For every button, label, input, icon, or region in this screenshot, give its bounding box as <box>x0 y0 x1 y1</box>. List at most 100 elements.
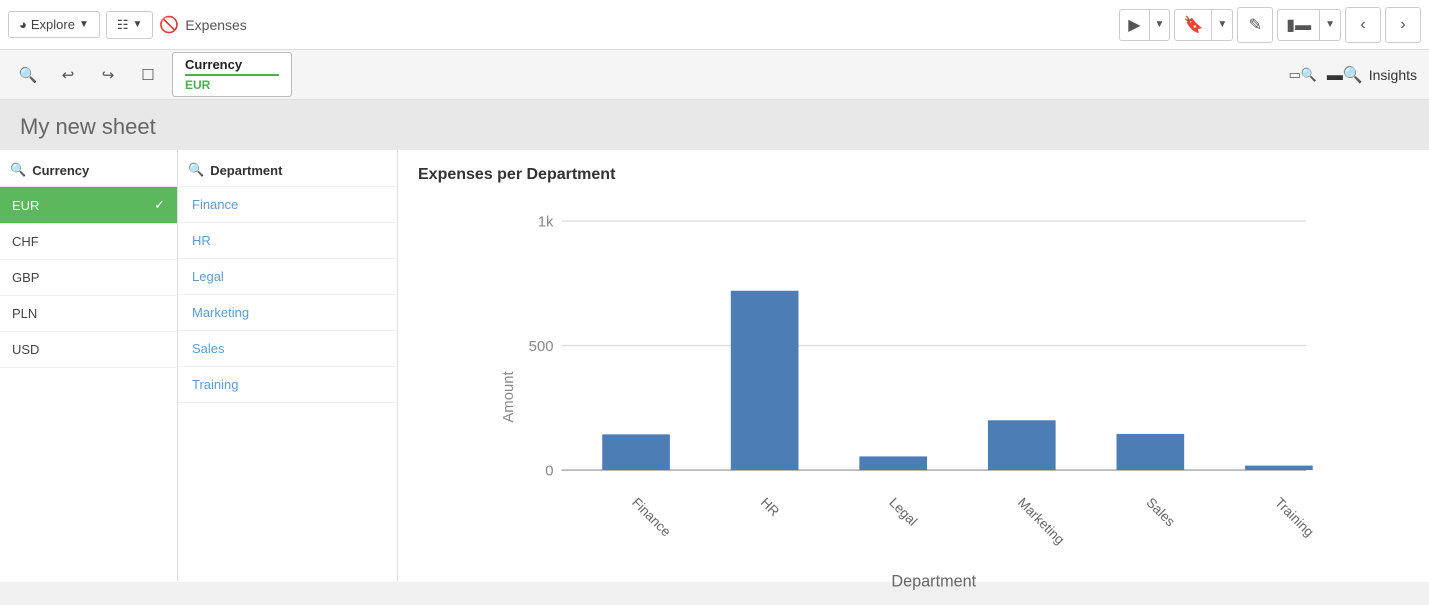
currency-item-usd[interactable]: USD <box>0 332 177 368</box>
sheet-title-area: My new sheet <box>0 100 1429 150</box>
forward-button[interactable]: › <box>1385 7 1421 43</box>
chart-type-button[interactable]: ▮▬ ▼ <box>1277 9 1341 41</box>
dept-label-marketing: Marketing <box>192 305 249 320</box>
top-toolbar: ◕ Explore ▼ ☷ ▼ 🚫 Expenses ▶ ▼ 🔖 ▼ ✎ ▮▬ … <box>0 0 1429 50</box>
currency-label-pln: PLN <box>12 306 37 321</box>
currency-label-chf: CHF <box>12 234 39 249</box>
dept-item-hr[interactable]: HR <box>178 223 397 259</box>
x-label-sales: Sales <box>1143 495 1178 530</box>
y-tick-1k: 1k <box>538 214 554 230</box>
selections-icon-button[interactable]: ▭🔍 <box>1287 59 1319 91</box>
forward-icon: › <box>1400 16 1405 34</box>
clear-icon: ☐ <box>141 66 154 84</box>
app-title-text: Expenses <box>185 17 246 33</box>
list-button[interactable]: ☷ ▼ <box>106 11 154 39</box>
explore-button[interactable]: ◕ Explore ▼ <box>8 11 100 38</box>
filter-left: 🔍 ↩ ↪ ☐ Currency EUR <box>12 52 292 97</box>
insights-icon: ▬🔍 <box>1327 65 1363 85</box>
list-icon: ☷ <box>117 17 129 33</box>
x-label-marketing: Marketing <box>1015 495 1068 548</box>
bookmark-chevron-icon: ▼ <box>1212 14 1232 35</box>
chart-chevron-icon: ▼ <box>1320 14 1340 35</box>
y-axis-label: Amount <box>501 371 517 423</box>
department-list: Finance HR Legal Marketing Sales Trainin… <box>178 187 397 582</box>
x-label-legal: Legal <box>886 495 920 529</box>
dept-item-finance[interactable]: Finance <box>178 187 397 223</box>
chart-title: Expenses per Department <box>418 166 1409 184</box>
dept-label-sales: Sales <box>192 341 225 356</box>
chart-icon: ▮▬ <box>1278 10 1320 40</box>
currency-item-chf[interactable]: CHF <box>0 224 177 260</box>
app-title-area: 🚫 Expenses <box>159 15 246 35</box>
currency-label-gbp: GBP <box>12 270 39 285</box>
bookmark-icon: 🔖 <box>1175 10 1212 40</box>
presentation-icon: ▶ <box>1120 10 1149 40</box>
presentation-button[interactable]: ▶ ▼ <box>1119 9 1170 41</box>
back-selection-button[interactable]: ↩ <box>52 59 84 91</box>
app-icon: 🚫 <box>159 15 179 35</box>
x-axis-label: Department <box>891 572 976 590</box>
toolbar-right: ▶ ▼ 🔖 ▼ ✎ ▮▬ ▼ ‹ › <box>1119 7 1421 43</box>
currency-panel-header: 🔍 Currency <box>0 150 177 187</box>
compass-icon: ◕ <box>19 17 27 32</box>
dept-label-legal: Legal <box>192 269 224 284</box>
check-icon-eur: ✓ <box>154 197 165 213</box>
explore-chevron-icon: ▼ <box>79 19 89 30</box>
search-icon: 🔍 <box>19 66 38 84</box>
forward-selection-button[interactable]: ↪ <box>92 59 124 91</box>
department-panel-title: Department <box>210 163 282 178</box>
search-icon: 🔍 <box>10 162 26 178</box>
x-label-hr: HR <box>758 495 783 520</box>
dept-item-sales[interactable]: Sales <box>178 331 397 367</box>
currency-item-gbp[interactable]: GBP <box>0 260 177 296</box>
chart-svg-container: Amount 1k 500 0 Finance HR <box>418 194 1409 600</box>
x-label-finance: Finance <box>629 495 674 540</box>
bar-finance[interactable] <box>602 434 670 470</box>
edit-button[interactable]: ✎ <box>1237 7 1273 43</box>
back-icon: ‹ <box>1360 16 1365 34</box>
dept-item-training[interactable]: Training <box>178 367 397 403</box>
bar-sales[interactable] <box>1117 434 1185 470</box>
filter-right: ▭🔍 ▬🔍 Insights <box>1287 59 1417 91</box>
y-tick-0: 0 <box>545 463 553 479</box>
main-content: 🔍 Currency EUR ✓ CHF GBP PLN USD 🔍 <box>0 150 1429 582</box>
dept-label-hr: HR <box>192 233 211 248</box>
department-panel: 🔍 Department Finance HR Legal Marketing … <box>178 150 398 582</box>
insights-button[interactable]: ▬🔍 Insights <box>1327 65 1417 85</box>
currency-panel: 🔍 Currency EUR ✓ CHF GBP PLN USD <box>0 150 178 582</box>
dept-item-marketing[interactable]: Marketing <box>178 295 397 331</box>
dept-label-training: Training <box>192 377 238 392</box>
currency-item-eur[interactable]: EUR ✓ <box>0 187 177 224</box>
currency-label-usd: USD <box>12 342 39 357</box>
dept-label-finance: Finance <box>192 197 238 212</box>
clear-selection-button[interactable]: ☐ <box>132 59 164 91</box>
currency-filter-chip[interactable]: Currency EUR <box>172 52 292 97</box>
bookmark-button[interactable]: 🔖 ▼ <box>1174 9 1233 41</box>
selections-icon: ▭🔍 <box>1289 67 1317 83</box>
sheet-title: My new sheet <box>20 114 156 139</box>
explore-label: Explore <box>31 17 75 32</box>
back-button[interactable]: ‹ <box>1345 7 1381 43</box>
bar-legal[interactable] <box>859 456 927 470</box>
chart-svg: Amount 1k 500 0 Finance HR <box>418 194 1409 600</box>
undo-icon: ↩ <box>62 66 75 84</box>
pencil-icon: ✎ <box>1249 15 1262 35</box>
chart-area: Expenses per Department Amount 1k 500 0 … <box>398 150 1429 582</box>
department-panel-header: 🔍 Department <box>178 150 397 187</box>
presentation-chevron-icon: ▼ <box>1150 14 1170 35</box>
bar-training[interactable] <box>1245 466 1313 470</box>
search-filter-button[interactable]: 🔍 <box>12 59 44 91</box>
currency-label-eur: EUR <box>12 198 39 213</box>
toolbar-left: ◕ Explore ▼ ☷ ▼ 🚫 Expenses <box>8 11 247 39</box>
currency-list: EUR ✓ CHF GBP PLN USD <box>0 187 177 582</box>
dept-item-legal[interactable]: Legal <box>178 259 397 295</box>
filter-chip-title: Currency <box>185 57 279 72</box>
search-icon-dept: 🔍 <box>188 162 204 178</box>
currency-panel-title: Currency <box>32 163 89 178</box>
chevron-down-icon: ▼ <box>133 19 143 30</box>
filter-chip-value: EUR <box>185 74 279 92</box>
redo-icon: ↪ <box>102 66 115 84</box>
currency-item-pln[interactable]: PLN <box>0 296 177 332</box>
bar-marketing[interactable] <box>988 420 1056 470</box>
bar-hr[interactable] <box>731 291 799 470</box>
